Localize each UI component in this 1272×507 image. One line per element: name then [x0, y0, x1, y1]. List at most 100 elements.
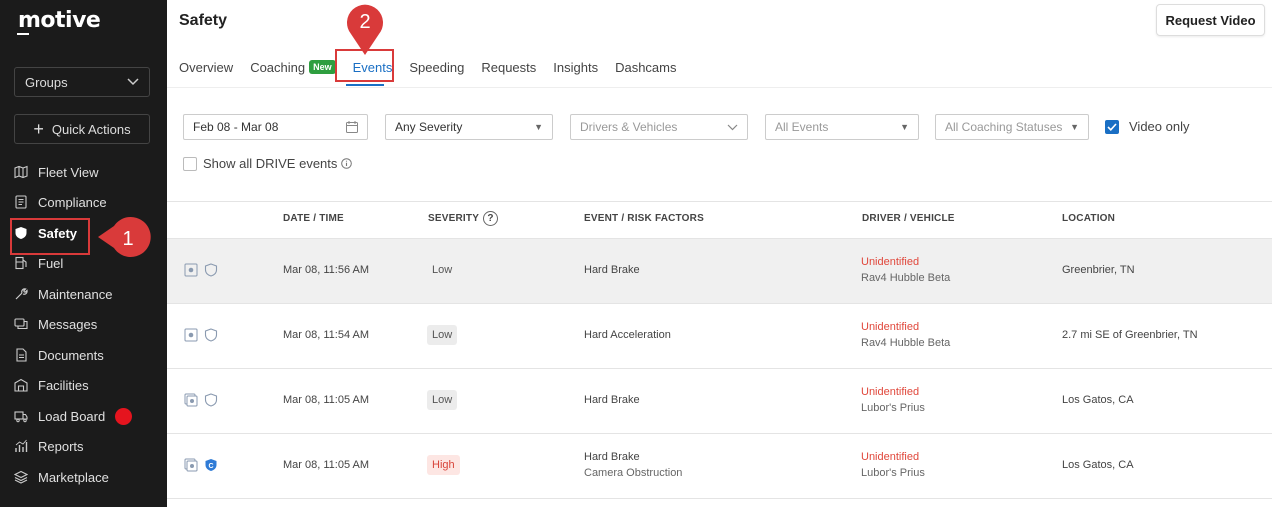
sidebar-item-label: Load Board [38, 408, 106, 424]
driver-name[interactable]: Unidentified [861, 386, 919, 398]
vehicle-name[interactable]: Lubor's Prius [861, 402, 925, 414]
column-header-driver[interactable]: DRIVER / VEHICLE [862, 213, 955, 224]
sidebar-item-label: Facilities [38, 377, 89, 393]
request-video-button[interactable]: Request Video [1156, 4, 1265, 36]
coaching-status-placeholder: All Coaching Statuses [945, 120, 1063, 134]
truck-icon [14, 409, 28, 423]
sidebar-item-documents[interactable]: Documents [14, 341, 154, 369]
tab-insights[interactable]: Insights [553, 58, 598, 76]
table-row[interactable]: Mar 08, 11:05 AM Low Hard Brake Unidenti… [167, 369, 1272, 433]
sidebar-item-maintenance[interactable]: Maintenance [14, 280, 154, 308]
shield-outline-icon [204, 393, 218, 407]
severity-select[interactable]: Any Severity ▼ [385, 114, 553, 140]
chart-icon [14, 439, 28, 453]
fuel-pump-icon [14, 256, 28, 270]
tab-overview[interactable]: Overview [179, 58, 233, 76]
risk-factor: Camera Obstruction [584, 467, 683, 479]
column-header-datetime[interactable]: DATE / TIME [283, 213, 344, 224]
driver-name[interactable]: Unidentified [861, 256, 919, 268]
sidebar-item-facilities[interactable]: Facilities [14, 371, 154, 399]
tab-speeding[interactable]: Speeding [409, 58, 464, 76]
sidebar-item-label: Documents [38, 347, 104, 363]
date-range-picker[interactable]: Feb 08 - Mar 08 [183, 114, 368, 140]
event-datetime: Mar 08, 11:56 AM [283, 264, 370, 276]
new-badge: New [309, 60, 336, 74]
tab-coaching[interactable]: Coaching New [250, 58, 336, 76]
tab-dashcams[interactable]: Dashcams [615, 58, 676, 76]
quick-actions-button[interactable]: + Quick Actions [14, 114, 150, 144]
show-all-drive-events-checkbox[interactable] [183, 157, 197, 171]
vehicle-name[interactable]: Rav4 Hubble Beta [861, 272, 950, 284]
chat-icon [14, 317, 28, 331]
sidebar-item-label: Messages [38, 316, 98, 332]
event-type: Hard Brake [584, 394, 640, 406]
video-multi-icon [184, 458, 198, 472]
sidebar-item-messages[interactable]: Messages [14, 310, 154, 338]
tab-divider [167, 87, 1272, 88]
caret-down-icon: ▼ [534, 122, 543, 132]
show-all-drive-events-label: Show all DRIVE events [203, 156, 338, 171]
event-datetime: Mar 08, 11:54 AM [283, 329, 370, 341]
map-icon [14, 165, 28, 179]
sidebar-item-fleet-view[interactable]: Fleet View [14, 158, 154, 186]
tab-requests[interactable]: Requests [481, 58, 536, 76]
table-top-border [167, 201, 1272, 202]
events-placeholder: All Events [775, 120, 829, 134]
calendar-icon [346, 121, 358, 133]
coaching-status-select[interactable]: All Coaching Statuses ▼ [935, 114, 1089, 140]
sidebar-item-reports[interactable]: Reports [14, 432, 154, 460]
events-select[interactable]: All Events ▼ [765, 114, 919, 140]
sidebar-item-compliance[interactable]: Compliance [14, 188, 154, 216]
tab-label: Dashcams [615, 59, 677, 75]
video-camera-icon [184, 328, 198, 342]
chevron-down-icon [127, 78, 139, 86]
table-row[interactable]: Mar 08, 11:56 AM Low Hard Brake Unidenti… [167, 239, 1272, 303]
column-header-severity[interactable]: SEVERITY ? [428, 211, 499, 226]
row-divider [167, 498, 1272, 499]
table-row[interactable]: C Mar 08, 11:05 AM High Hard Brake Camer… [167, 434, 1272, 498]
table-row[interactable]: Mar 08, 11:54 AM Low Hard Acceleration U… [167, 304, 1272, 368]
tab-label: Insights [553, 59, 599, 75]
date-range-value: Feb 08 - Mar 08 [193, 120, 279, 134]
sidebar-item-label: Reports [38, 438, 84, 454]
vehicle-name[interactable]: Lubor's Prius [861, 467, 925, 479]
motive-logo[interactable]: motive [18, 8, 101, 33]
svg-text:C: C [208, 463, 213, 470]
marker-2-number: 2 [359, 11, 370, 33]
event-location: Los Gatos, CA [1062, 394, 1134, 406]
sidebar-item-label: Marketplace [38, 469, 109, 485]
driver-name[interactable]: Unidentified [861, 321, 919, 333]
vehicle-name[interactable]: Rav4 Hubble Beta [861, 337, 950, 349]
sidebar-item-label: Compliance [38, 194, 107, 210]
column-header-location[interactable]: LOCATION [1062, 213, 1115, 224]
event-type: Hard Brake [584, 264, 640, 276]
file-icon [14, 348, 28, 362]
tab-label: Coaching [250, 59, 306, 75]
event-location: 2.7 mi SE of Greenbrier, TN [1062, 329, 1198, 341]
severity-badge: Low [427, 325, 458, 345]
drivers-vehicles-select[interactable]: Drivers & Vehicles [570, 114, 748, 140]
column-header-event[interactable]: EVENT / RISK FACTORS [584, 213, 704, 224]
sidebar-item-load-board[interactable]: Load Board [14, 402, 154, 430]
help-icon[interactable]: ? [483, 211, 499, 226]
sidebar-item-label: Maintenance [38, 286, 113, 302]
event-type: Hard Acceleration [584, 329, 671, 341]
driver-name[interactable]: Unidentified [861, 451, 919, 463]
shield-outline-icon [204, 328, 218, 342]
video-only-checkbox[interactable] [1105, 120, 1119, 134]
severity-badge: Low [427, 390, 458, 410]
info-icon[interactable] [341, 158, 353, 169]
tab-label: Requests [481, 59, 537, 75]
logo-underline [17, 33, 29, 35]
caret-down-icon: ▼ [1070, 122, 1079, 132]
show-all-drive-events-row: Show all DRIVE events [203, 156, 353, 171]
building-icon [14, 378, 28, 392]
layers-icon [14, 470, 28, 484]
sidebar-item-marketplace[interactable]: Marketplace [14, 463, 154, 491]
checkmark-icon [1107, 123, 1117, 131]
groups-dropdown[interactable]: Groups [14, 67, 150, 97]
chevron-down-icon [727, 124, 738, 130]
document-icon [14, 195, 28, 209]
sidebar-item-label: Fuel [38, 255, 64, 271]
tab-label: Overview [179, 59, 234, 75]
